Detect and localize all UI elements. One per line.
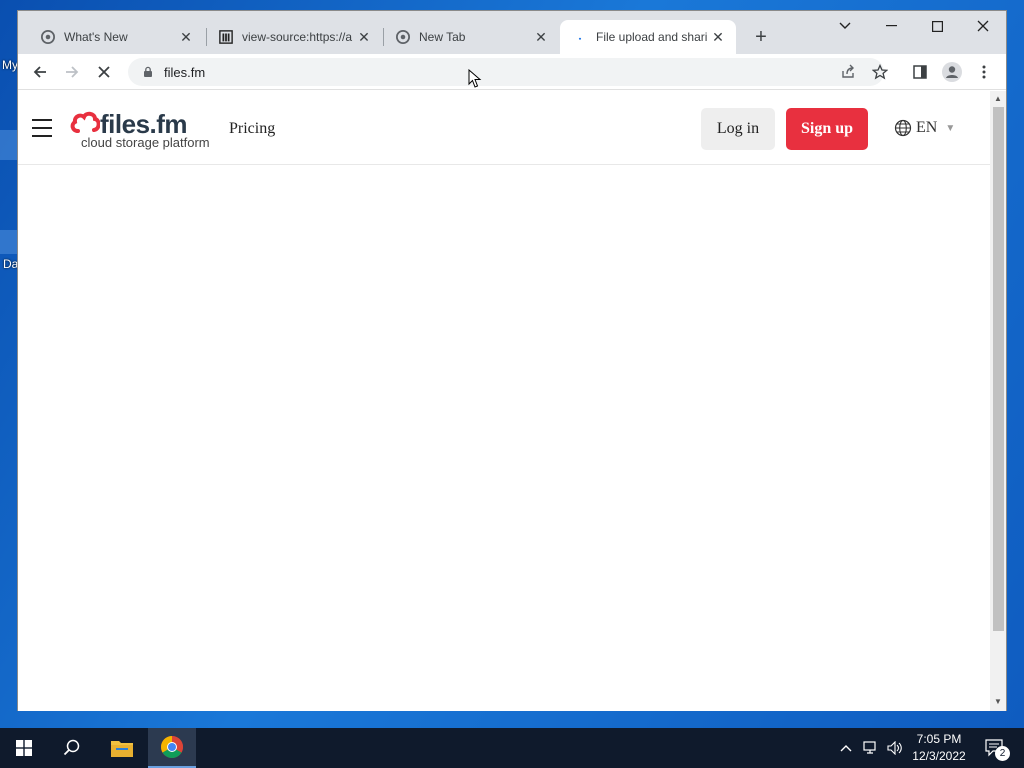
windows-logo-icon bbox=[16, 740, 32, 756]
library-icon bbox=[218, 29, 234, 45]
cloud-logo-icon bbox=[70, 111, 100, 133]
show-hidden-icons-chevron-up-icon[interactable] bbox=[836, 728, 856, 768]
minimize-button[interactable] bbox=[868, 11, 914, 41]
chevron-down-icon: ▼ bbox=[945, 122, 956, 134]
mouse-cursor-icon bbox=[468, 69, 482, 88]
back-button[interactable] bbox=[26, 58, 54, 86]
tab-whats-new[interactable]: What's New ✕ bbox=[28, 20, 204, 54]
chrome-icon bbox=[161, 736, 183, 758]
new-tab-button[interactable]: + bbox=[748, 24, 774, 50]
tab-title: New Tab bbox=[419, 30, 466, 44]
language-selector[interactable]: EN ▼ bbox=[894, 119, 955, 137]
login-button[interactable]: Log in bbox=[701, 108, 775, 150]
clock-date: 12/3/2022 bbox=[912, 749, 966, 763]
tab-title: view-source:https://a bbox=[242, 30, 353, 44]
desktop-icon-label-my[interactable]: My bbox=[2, 58, 18, 72]
tab-search-icon[interactable] bbox=[822, 11, 868, 41]
page-scrollbar[interactable]: ▲ ▼ bbox=[990, 91, 1006, 711]
web-page: files.fm cloud storage platform Pricing … bbox=[18, 91, 990, 711]
scrollbar-thumb[interactable] bbox=[993, 107, 1004, 631]
browser-toolbar: files.fm bbox=[18, 54, 1006, 90]
notification-center-button[interactable]: 2 bbox=[980, 728, 1010, 768]
system-clock[interactable]: 7:05 PM 12/3/2022 bbox=[900, 731, 978, 765]
loading-icon bbox=[572, 29, 588, 45]
scroll-down-arrow-icon[interactable]: ▼ bbox=[994, 697, 1002, 706]
url-text[interactable]: files.fm bbox=[164, 65, 205, 80]
site-header: files.fm cloud storage platform Pricing … bbox=[18, 91, 990, 165]
desktop-icon[interactable] bbox=[0, 130, 18, 160]
language-code: EN bbox=[916, 119, 938, 136]
taskbar: 7:05 PM 12/3/2022 2 bbox=[0, 728, 1024, 768]
folder-icon bbox=[111, 741, 133, 757]
network-icon[interactable] bbox=[860, 728, 882, 768]
forward-button[interactable] bbox=[58, 58, 86, 86]
tab-title: What's New bbox=[64, 30, 128, 44]
maximize-button[interactable] bbox=[914, 11, 960, 41]
close-window-button[interactable] bbox=[960, 11, 1006, 41]
browser-window: What's New ✕ view-source:https://a ✕ New… bbox=[17, 10, 1007, 711]
desktop-icon[interactable] bbox=[0, 230, 18, 254]
close-icon[interactable]: ✕ bbox=[178, 29, 194, 45]
signup-button[interactable]: Sign up bbox=[786, 108, 868, 150]
bookmark-star-icon[interactable] bbox=[866, 58, 894, 86]
tab-strip: What's New ✕ view-source:https://a ✕ New… bbox=[18, 11, 1006, 54]
address-bar[interactable]: files.fm bbox=[128, 58, 884, 86]
chrome-taskbar-button[interactable] bbox=[148, 728, 196, 768]
globe-icon bbox=[894, 119, 912, 137]
tab-files-fm[interactable]: File upload and shari ✕ bbox=[560, 20, 736, 54]
clock-time: 7:05 PM bbox=[916, 732, 962, 746]
close-icon[interactable]: ✕ bbox=[533, 29, 549, 45]
notification-count-badge: 2 bbox=[995, 746, 1010, 761]
scroll-up-arrow-icon[interactable]: ▲ bbox=[994, 94, 1002, 103]
share-icon[interactable] bbox=[834, 58, 862, 86]
file-explorer-button[interactable] bbox=[98, 728, 146, 768]
menu-kebab-icon[interactable] bbox=[970, 58, 998, 86]
chrome-icon bbox=[40, 29, 56, 45]
tab-view-source[interactable]: view-source:https://a ✕ bbox=[206, 20, 382, 54]
side-panel-icon[interactable] bbox=[906, 58, 934, 86]
start-button[interactable] bbox=[0, 728, 48, 768]
stop-loading-button[interactable] bbox=[90, 58, 118, 86]
logo-tagline: cloud storage platform bbox=[81, 135, 210, 150]
profile-avatar-icon[interactable] bbox=[938, 58, 966, 86]
close-icon[interactable]: ✕ bbox=[356, 29, 372, 45]
tab-title: File upload and shari bbox=[596, 30, 708, 44]
hamburger-menu-icon[interactable] bbox=[32, 119, 52, 137]
chrome-icon bbox=[395, 29, 411, 45]
close-icon[interactable]: ✕ bbox=[710, 29, 726, 45]
taskbar-search-button[interactable] bbox=[48, 728, 96, 768]
search-icon bbox=[63, 739, 80, 756]
nav-link-pricing[interactable]: Pricing bbox=[229, 120, 275, 138]
tab-new-tab[interactable]: New Tab ✕ bbox=[383, 20, 559, 54]
lock-icon[interactable] bbox=[142, 66, 154, 78]
